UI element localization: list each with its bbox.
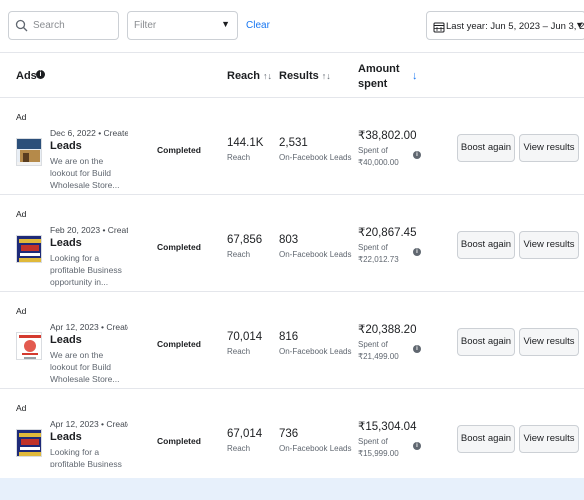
ad-meta: Dec 6, 2022 • Created b...: [50, 128, 128, 138]
reach-label: Reach: [227, 250, 251, 259]
status-badge: Completed: [157, 242, 201, 252]
filter-placeholder: Filter: [134, 20, 157, 31]
results-value: 816: [279, 331, 299, 343]
ad-title[interactable]: Leads: [50, 431, 82, 443]
clear-link[interactable]: Clear: [246, 20, 270, 31]
view-results-button[interactable]: View results: [519, 134, 579, 162]
column-header-ads: Ads: [16, 70, 37, 82]
column-header-results[interactable]: Results ↑↓: [279, 70, 331, 82]
calendar-icon: [433, 20, 445, 33]
boost-again-button[interactable]: Boost again: [457, 328, 515, 356]
ad-meta: Apr 12, 2023 • Created ...: [50, 419, 128, 429]
ad-title[interactable]: Leads: [50, 140, 82, 152]
reach-label: Reach: [227, 153, 251, 162]
ad-thumbnail[interactable]: [16, 332, 42, 360]
results-label: On-Facebook Leads: [279, 444, 352, 453]
column-header-amount-spent[interactable]: Amount spent: [358, 62, 408, 92]
boost-again-button[interactable]: Boost again: [457, 231, 515, 259]
budget-value: ₹22,012.73: [358, 255, 399, 264]
spent-of-label: Spent of: [358, 243, 388, 252]
boost-again-button[interactable]: Boost again: [457, 425, 515, 453]
reach-value: 67,856: [227, 234, 263, 246]
table-row: Ad Feb 20, 2023 • Created ... Leads Look…: [0, 195, 584, 292]
info-icon[interactable]: i: [413, 345, 421, 353]
info-icon[interactable]: i: [36, 70, 45, 79]
ad-label: Ad: [16, 403, 27, 413]
info-icon[interactable]: i: [413, 248, 421, 256]
search-input[interactable]: Search: [8, 11, 119, 40]
footer-bar: [0, 478, 584, 500]
amount-spent-value: ₹20,867.45: [358, 227, 417, 239]
ad-label: Ad: [16, 209, 27, 219]
spent-of-label: Spent of: [358, 437, 388, 446]
column-header-reach[interactable]: Reach ↑↓: [227, 70, 272, 82]
info-icon[interactable]: i: [413, 442, 421, 450]
ad-description: We are on the lookout for Build Wholesal…: [50, 156, 120, 190]
ad-meta: Apr 12, 2023 • Created ...: [50, 322, 128, 332]
amount-spent-value: ₹15,304.04: [358, 421, 417, 433]
status-badge: Completed: [157, 145, 201, 155]
ad-thumbnail[interactable]: [16, 235, 42, 263]
ad-meta: Feb 20, 2023 • Created ...: [50, 225, 128, 235]
ad-title[interactable]: Leads: [50, 237, 82, 249]
filter-dropdown[interactable]: Filter ▼: [127, 11, 238, 40]
info-icon[interactable]: i: [413, 151, 421, 159]
reach-value: 67,014: [227, 428, 263, 440]
amount-spent-value: ₹20,388.20: [358, 324, 417, 336]
budget-value: ₹15,999.00: [358, 449, 399, 458]
caret-down-icon: ▼: [575, 20, 584, 30]
table-row: Ad Apr 12, 2023 • Created ... Leads Look…: [0, 389, 584, 467]
reach-value: 144.1K: [227, 137, 264, 149]
ad-description: Looking for a profitable Business opport…: [50, 447, 122, 467]
ad-label: Ad: [16, 112, 27, 122]
date-range-picker[interactable]: Last year: Jun 5, 2023 – Jun 3, 2024 ▼: [426, 11, 584, 40]
ad-description: We are on the lookout for Build Wholesal…: [50, 350, 120, 384]
filter-bar: Search Filter ▼ Clear Last year: Jun 5, …: [0, 0, 584, 52]
view-results-button[interactable]: View results: [519, 231, 579, 259]
status-badge: Completed: [157, 339, 201, 349]
table-row: Ad Dec 6, 2022 • Created b... Leads We a…: [0, 98, 584, 195]
column-header-reach-label: Reach: [227, 70, 261, 82]
results-label: On-Facebook Leads: [279, 347, 352, 356]
search-placeholder: Search: [33, 20, 65, 31]
search-icon: [15, 19, 29, 33]
spent-of-label: Spent of: [358, 340, 388, 349]
budget-value: ₹21,499.00: [358, 352, 399, 361]
sort-icon: ↑↓: [263, 71, 273, 81]
date-range-label: Last year: Jun 5, 2023 – Jun 3, 2024: [446, 21, 584, 32]
ad-description: Looking for a profitable Business opport…: [50, 253, 122, 287]
sort-descending-icon[interactable]: ↓: [412, 70, 418, 82]
reach-value: 70,014: [227, 331, 263, 343]
reach-label: Reach: [227, 347, 251, 356]
boost-again-button[interactable]: Boost again: [457, 134, 515, 162]
spent-of-label: Spent of: [358, 146, 388, 155]
ad-title[interactable]: Leads: [50, 334, 82, 346]
ad-label: Ad: [16, 306, 27, 316]
column-header-results-label: Results: [279, 70, 319, 82]
results-value: 2,531: [279, 137, 308, 149]
ad-thumbnail[interactable]: [16, 429, 42, 457]
amount-spent-value: ₹38,802.00: [358, 130, 417, 142]
caret-down-icon: ▼: [221, 19, 230, 29]
ad-thumbnail[interactable]: [16, 138, 42, 166]
status-badge: Completed: [157, 436, 201, 446]
budget-value: ₹40,000.00: [358, 158, 399, 167]
reach-label: Reach: [227, 444, 251, 453]
results-label: On-Facebook Leads: [279, 153, 352, 162]
results-value: 803: [279, 234, 299, 246]
view-results-button[interactable]: View results: [519, 425, 579, 453]
results-label: On-Facebook Leads: [279, 250, 352, 259]
sort-icon: ↑↓: [321, 71, 331, 81]
table-header: Ads i Reach ↑↓ Results ↑↓ Amount spent ↓: [0, 52, 584, 98]
results-value: 736: [279, 428, 299, 440]
table-row: Ad Apr 12, 2023 • Created ... Leads We a…: [0, 292, 584, 389]
view-results-button[interactable]: View results: [519, 328, 579, 356]
